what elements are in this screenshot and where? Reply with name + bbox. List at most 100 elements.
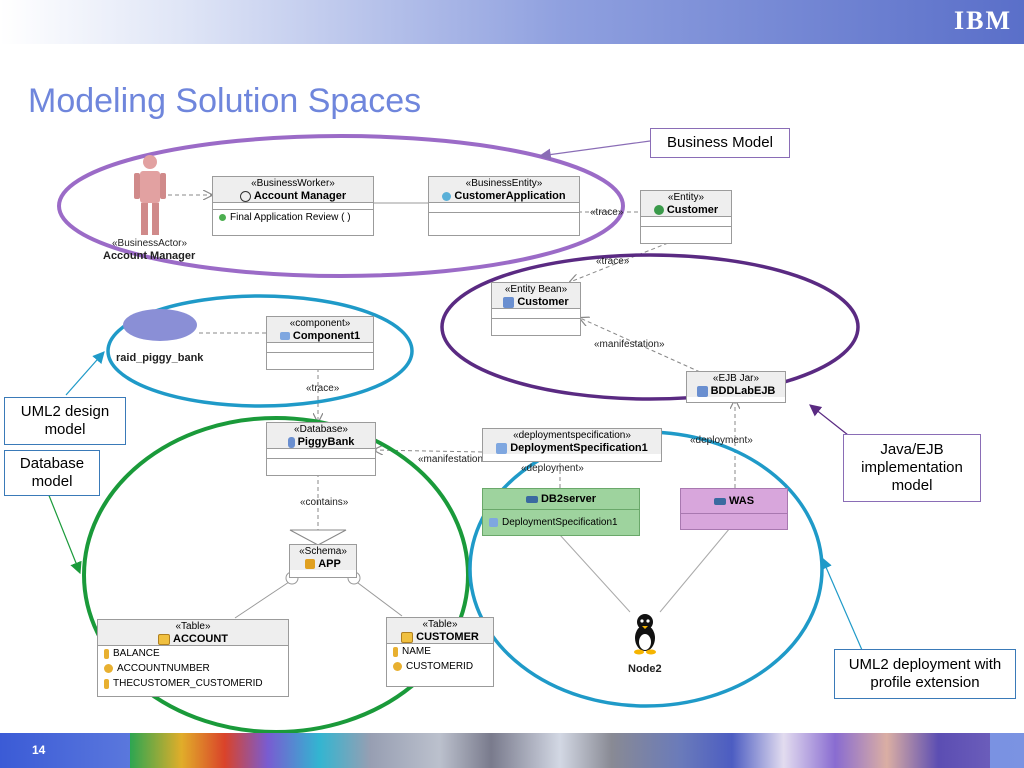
- column-row: THECUSTOMER_CUSTOMERID: [98, 676, 288, 691]
- raid-node-name: raid_piggy_bank: [116, 352, 204, 364]
- database-class[interactable]: «Database» PiggyBank: [266, 422, 376, 476]
- account-name: ACCOUNT: [173, 633, 228, 645]
- deployment-spec-stereotype: «deploymentspecification»: [513, 430, 631, 441]
- trace-label: «trace»: [590, 207, 624, 218]
- penguin-icon: [634, 614, 656, 655]
- actor-name: Account Manager: [103, 250, 196, 262]
- account-col-2: THECUSTOMER_CUSTOMERID: [113, 678, 263, 689]
- entity-bean-stereotype: «Entity Bean»: [504, 284, 568, 295]
- schema-to-customer: [353, 579, 403, 617]
- db2server-node[interactable]: DB2server DeploymentSpecification1: [482, 488, 640, 536]
- footer-image-strip: [130, 733, 990, 768]
- worker-icon: [239, 190, 251, 202]
- deployment-was-label: «deployment»: [690, 435, 753, 446]
- was-server-icon: [713, 497, 726, 505]
- was-name: WAS: [728, 495, 755, 507]
- footer-banner: 14: [0, 733, 1024, 768]
- trace-component-label: «trace»: [306, 383, 340, 394]
- component-class[interactable]: «component» Component1: [266, 316, 374, 370]
- contains-tri: [289, 529, 347, 546]
- account-stereotype: «Table»: [175, 621, 211, 632]
- worker-operation: Final Application Review ( ): [230, 212, 351, 223]
- server-icon: [525, 495, 538, 503]
- database-icon: [287, 436, 295, 448]
- trace-bean-label: «trace»: [596, 256, 630, 267]
- uml2-design-arrow: [65, 351, 105, 396]
- manifestation-db-label: «manifestation»: [418, 454, 489, 465]
- business-entity-name: CustomerApplication: [454, 190, 566, 202]
- entity-bean-class[interactable]: «Entity Bean» Customer: [491, 282, 581, 336]
- jar-icon: [696, 385, 708, 397]
- schema-class[interactable]: «Schema» APP: [289, 544, 357, 578]
- entity-icon: [442, 191, 452, 201]
- deployment-db2-label: «deployment»: [521, 463, 584, 474]
- business-model-arrow: [538, 140, 651, 161]
- was-to-node2: [659, 527, 731, 613]
- column-row: ACCOUNTNUMBER: [98, 661, 288, 676]
- was-node[interactable]: WAS: [680, 488, 788, 530]
- customer-table[interactable]: «Table» CUSTOMER NAME CUSTOMERID: [386, 617, 494, 687]
- uml2-design-callout: UML2 design model: [4, 397, 126, 445]
- deployment-spec-class[interactable]: «deploymentspecification» DeploymentSpec…: [482, 428, 662, 462]
- customer-col-1: CUSTOMERID: [406, 661, 474, 672]
- ejb-jar-stereotype: «EJB Jar»: [712, 373, 760, 384]
- ejb-jar-name: BDDLabEJB: [710, 385, 776, 397]
- db2server-item: DeploymentSpecification1: [502, 517, 618, 528]
- customer-stereotype: «Table»: [422, 619, 458, 630]
- key-icon: [104, 664, 113, 673]
- business-worker-class[interactable]: «BusinessWorker» Account Manager Final A…: [212, 176, 374, 236]
- contains-label: «contains»: [300, 497, 349, 508]
- java-ejb-arrow: [809, 404, 849, 436]
- database-arrow: [47, 492, 82, 575]
- db2server-name: DB2server: [540, 493, 597, 505]
- component-stereotype: «component»: [289, 318, 351, 329]
- operation-icon: [219, 214, 226, 221]
- deployment-spec-icon: [496, 442, 508, 454]
- entity-class[interactable]: «Entity» Customer: [640, 190, 732, 244]
- business-worker-stereotype: «BusinessWorker»: [251, 178, 335, 189]
- entity-name: Customer: [666, 204, 719, 216]
- account-table[interactable]: «Table» ACCOUNT BALANCE ACCOUNTNUMBER TH…: [97, 619, 289, 697]
- customer-col-0: NAME: [402, 646, 431, 657]
- column-row: NAME: [387, 644, 493, 659]
- column-icon: [393, 646, 398, 657]
- page-number: 14: [32, 743, 46, 757]
- raid-disk-shape: [123, 309, 197, 341]
- schema-name: APP: [318, 558, 341, 570]
- uml2-deployment-callout: UML2 deployment with profile extension: [834, 649, 1016, 699]
- component-icon: [279, 332, 290, 340]
- java-ejb-callout: Java/EJB implementation model: [843, 434, 981, 502]
- deployment-spec-name: DeploymentSpecification1: [510, 442, 648, 454]
- component-name: Component1: [292, 330, 361, 342]
- database-stereotype: «Database»: [294, 424, 348, 435]
- business-entity-class[interactable]: «BusinessEntity» CustomerApplication: [428, 176, 580, 236]
- manifestation-bean-label: «manifestation»: [594, 339, 665, 350]
- db2-to-node2: [559, 534, 631, 613]
- deployment-arrow: [820, 556, 863, 651]
- column-icon: [104, 678, 109, 689]
- ejb-jar-artifact[interactable]: «EJB Jar» BDDLabEJB: [686, 371, 786, 403]
- entity-bean-name: Customer: [517, 296, 569, 308]
- schema-icon: [305, 559, 316, 569]
- business-worker-name: Account Manager: [253, 190, 347, 202]
- schema-to-account: [234, 579, 293, 619]
- table-icon: [158, 633, 170, 645]
- schema-stereotype: «Schema»: [299, 546, 347, 557]
- key-icon: [393, 662, 402, 671]
- column-row: BALANCE: [98, 646, 288, 661]
- column-icon: [104, 648, 109, 659]
- account-col-0: BALANCE: [113, 648, 160, 659]
- spec-item-icon: [489, 518, 498, 527]
- column-row: CUSTOMERID: [387, 659, 493, 674]
- business-model-callout: Business Model: [650, 128, 790, 158]
- table-icon: [401, 631, 414, 643]
- business-entity-stereotype: «BusinessEntity»: [465, 178, 543, 189]
- entity-stereotype: «Entity»: [667, 192, 705, 203]
- account-col-1: ACCOUNTNUMBER: [117, 663, 210, 674]
- business-actor-figure: [134, 155, 166, 235]
- customer-name: CUSTOMER: [416, 631, 479, 643]
- database-name: PiggyBank: [297, 436, 355, 448]
- node2-name: Node2: [628, 663, 662, 675]
- bean-icon: [503, 296, 515, 308]
- class-c-icon: [653, 205, 664, 215]
